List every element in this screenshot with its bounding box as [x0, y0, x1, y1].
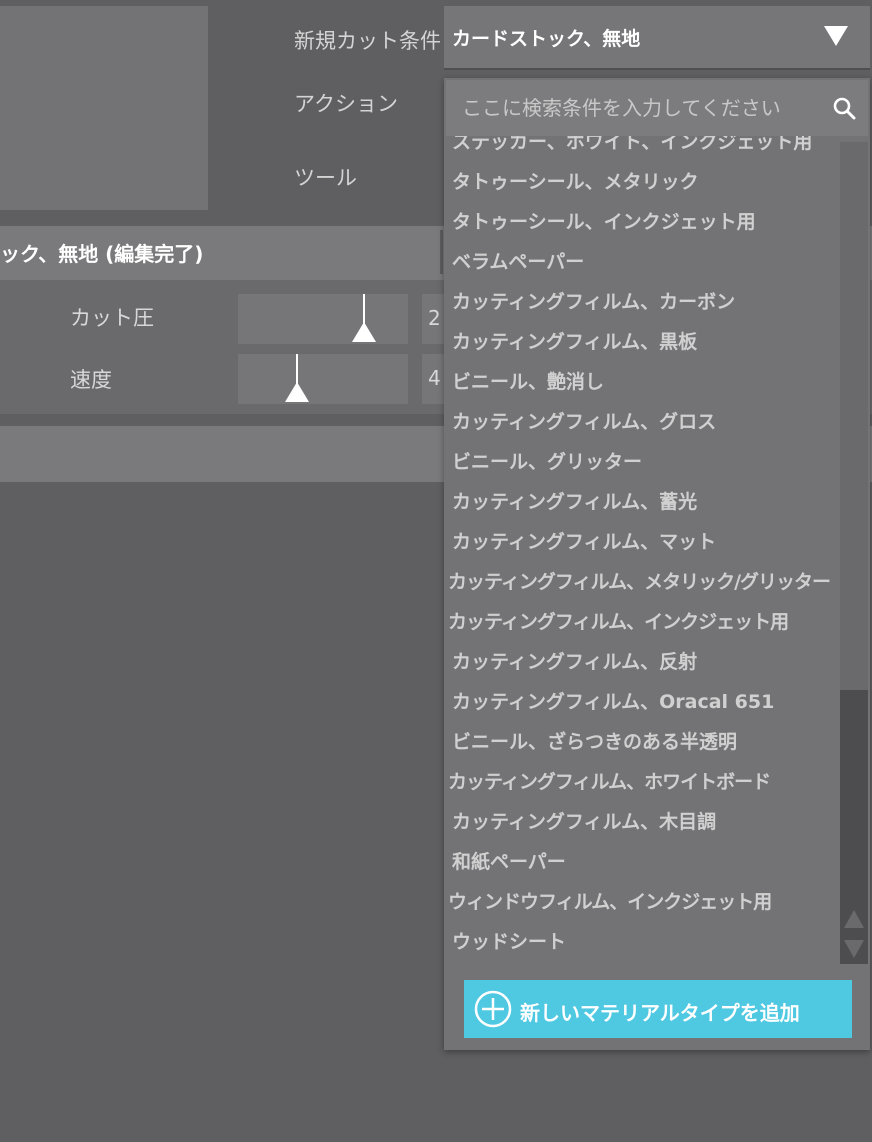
- list-item[interactable]: ビニール、ざらつきのある半透明: [444, 722, 840, 762]
- list-item[interactable]: ウィンドウフィルム、インクジェット用: [444, 882, 840, 922]
- list-item[interactable]: カッティングフィルム、グロス: [444, 402, 840, 442]
- material-search-input[interactable]: [462, 92, 818, 124]
- material-list-items: ステッカー、ホワイト、インクジェット用 タトゥーシール、メタリック タトゥーシー…: [444, 136, 840, 962]
- list-item[interactable]: タトゥーシール、メタリック: [444, 162, 840, 202]
- list-item[interactable]: カッティングフィルム、黒板: [444, 322, 840, 362]
- material-list-scrollbar[interactable]: [840, 142, 868, 964]
- list-item[interactable]: カッティングフィルム、メタリック/グリッター: [444, 562, 840, 602]
- material-preview-thumbnail: [0, 6, 208, 210]
- pressure-label: カット圧: [70, 306, 154, 330]
- triangle-down-icon[interactable]: [824, 26, 848, 46]
- list-item[interactable]: ビニール、グリッター: [444, 442, 840, 482]
- scroll-up-icon[interactable]: [844, 910, 864, 928]
- list-item[interactable]: タトゥーシール、インクジェット用: [444, 202, 840, 242]
- action-label: アクション: [294, 92, 398, 116]
- add-material-type-label: 新しいマテリアルタイプを追加: [520, 1001, 800, 1025]
- bottom-bar: [0, 426, 444, 482]
- list-item[interactable]: カッティングフィルム、マット: [444, 522, 840, 562]
- add-material-type-button[interactable]: 新しいマテリアルタイプを追加: [464, 980, 852, 1038]
- plus-circle-icon: [474, 990, 512, 1028]
- list-item[interactable]: カッティングフィルム、蓄光: [444, 482, 840, 522]
- speed-slider[interactable]: [238, 354, 408, 404]
- list-item[interactable]: 和紙ペーパー: [444, 842, 840, 882]
- material-search-box: [446, 80, 868, 136]
- list-item[interactable]: カッティングフィルム、カーボン: [444, 282, 840, 322]
- list-item[interactable]: ビニール、艶消し: [444, 362, 840, 402]
- list-item[interactable]: カッティングフィルム、木目調: [444, 802, 840, 842]
- speed-value: 4: [428, 366, 441, 390]
- speed-label: 速度: [70, 368, 112, 392]
- list-item[interactable]: カッティングフィルム、インクジェット用: [444, 602, 840, 642]
- cut-setting-header[interactable]: ック、無地 (編集完了): [0, 226, 444, 280]
- tool-label: ツール: [294, 166, 357, 190]
- list-item[interactable]: ウッドシート: [444, 922, 840, 962]
- search-icon[interactable]: [832, 96, 856, 120]
- speed-slider-handle[interactable]: [285, 382, 309, 402]
- pressure-value: 2: [428, 306, 441, 330]
- material-list-panel: ステッカー、ホワイト、インクジェット用 タトゥーシール、メタリック タトゥーシー…: [444, 78, 870, 1050]
- new-cut-setting-label: 新規カット条件: [294, 29, 440, 53]
- scroll-down-icon[interactable]: [844, 940, 864, 958]
- cut-setting-header-title: ック、無地 (編集完了): [0, 242, 204, 266]
- speed-value-box[interactable]: 4: [422, 354, 444, 404]
- material-select-dropdown[interactable]: カードストック、無地: [444, 6, 870, 70]
- material-select-value: カードストック、無地: [452, 28, 641, 50]
- pressure-slider[interactable]: [238, 294, 408, 344]
- material-list[interactable]: ステッカー、ホワイト、インクジェット用 タトゥーシール、メタリック タトゥーシー…: [444, 136, 840, 966]
- header-divider: [440, 230, 443, 274]
- list-item[interactable]: カッティングフィルム、Oracal 651: [444, 682, 840, 722]
- list-item[interactable]: ベラムペーパー: [444, 242, 840, 282]
- list-item[interactable]: ステッカー、ホワイト、インクジェット用: [444, 136, 840, 162]
- list-item[interactable]: カッティングフィルム、ホワイトボード: [444, 762, 840, 802]
- pressure-slider-handle[interactable]: [352, 322, 376, 342]
- pressure-value-box[interactable]: 2: [422, 294, 444, 344]
- list-item[interactable]: カッティングフィルム、反射: [444, 642, 840, 682]
